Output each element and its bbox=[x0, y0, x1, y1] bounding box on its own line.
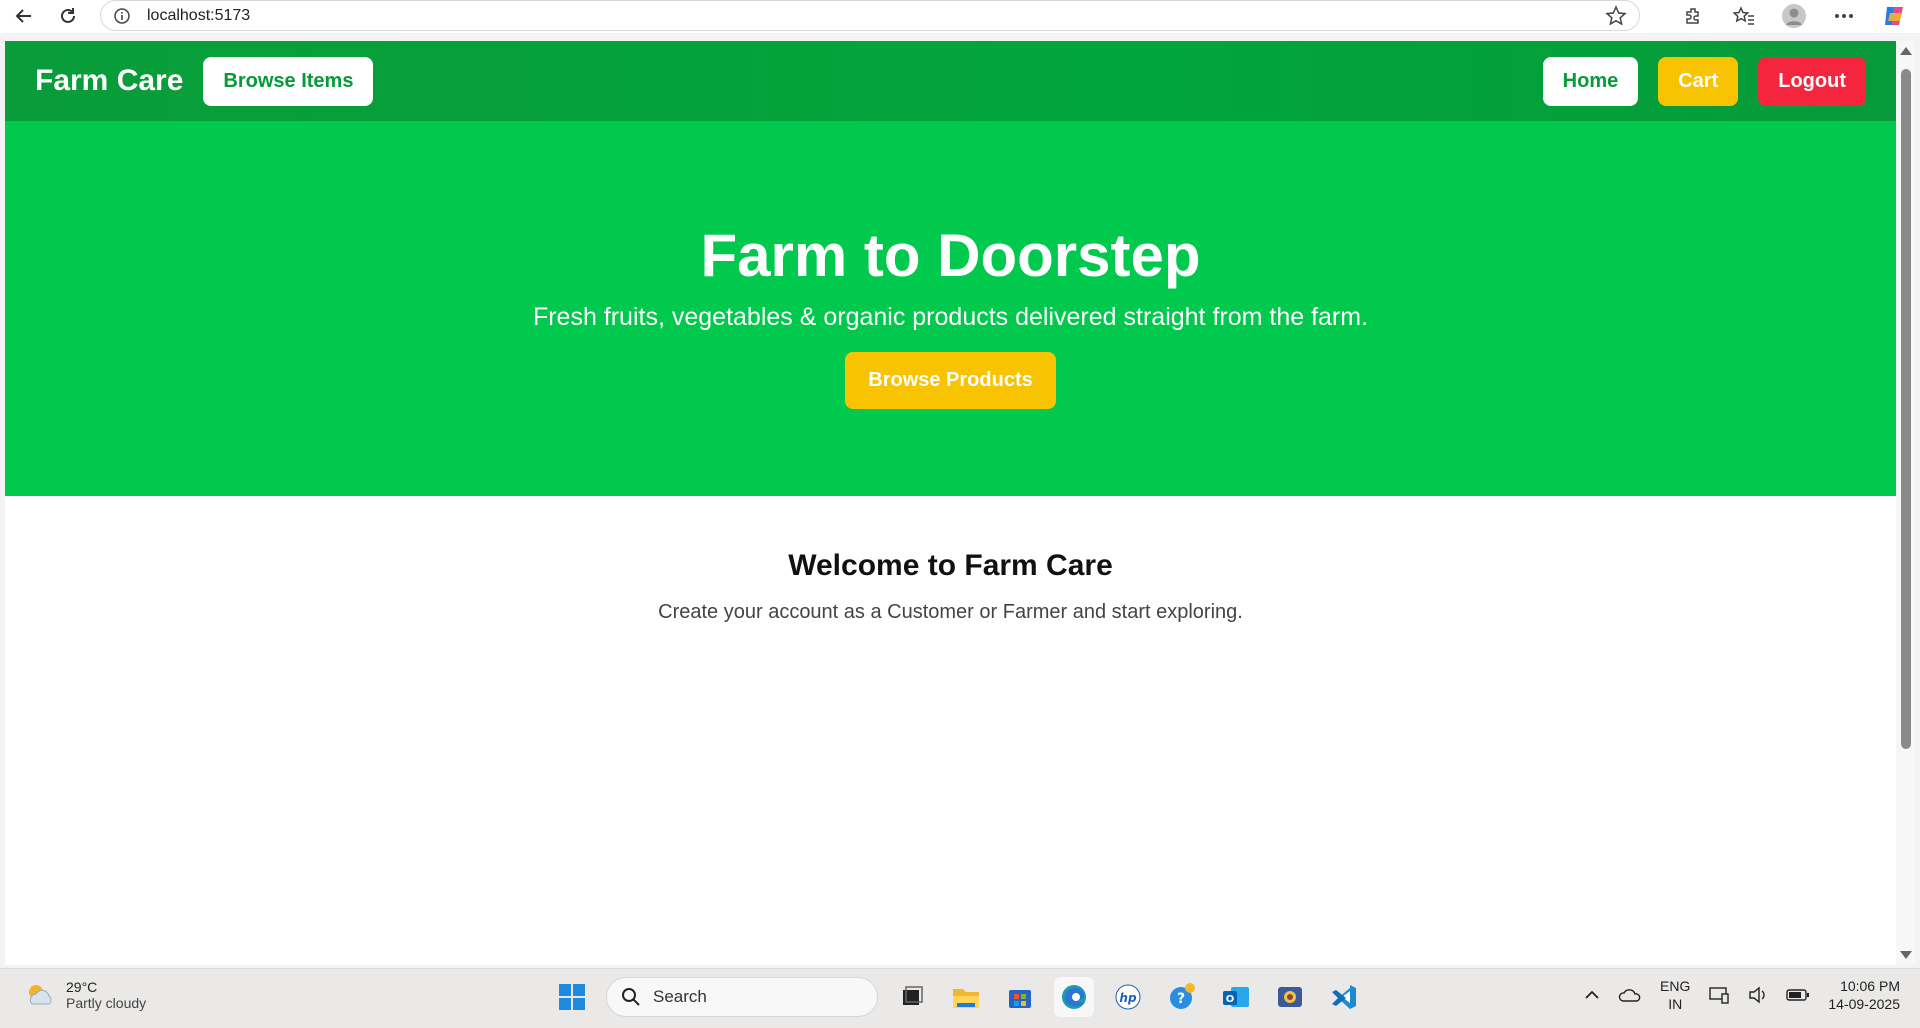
browser-toolbar: localhost:5173 bbox=[0, 0, 1920, 33]
task-view-icon[interactable] bbox=[892, 977, 932, 1017]
hero-title: Farm to Doorstep bbox=[700, 222, 1201, 289]
svg-text:?: ? bbox=[1177, 991, 1185, 1007]
svg-text:O: O bbox=[1226, 994, 1235, 1005]
clock[interactable]: 10:06 PM 14-09-2025 bbox=[1828, 977, 1900, 1013]
chevron-up-icon[interactable] bbox=[1584, 990, 1600, 1000]
refresh-icon[interactable] bbox=[50, 1, 86, 31]
search-icon bbox=[622, 988, 640, 1006]
scroll-down-arrow-icon[interactable] bbox=[1900, 951, 1912, 959]
system-tray: ENG IN 10:06 PM 14-09-2025 bbox=[1584, 977, 1900, 1013]
more-options-icon[interactable] bbox=[1826, 0, 1862, 31]
windows-start-icon[interactable] bbox=[552, 977, 592, 1017]
help-icon[interactable]: ? bbox=[1162, 977, 1202, 1017]
search-label: Search bbox=[653, 987, 707, 1006]
favorites-icon[interactable] bbox=[1726, 0, 1762, 31]
extensions-icon[interactable] bbox=[1676, 0, 1712, 31]
welcome-title: Welcome to Farm Care bbox=[788, 549, 1113, 582]
page-viewport: Farm Care Browse Items Home Cart Logout … bbox=[5, 41, 1896, 965]
weather-temp: 29°C bbox=[66, 979, 98, 995]
network-icon[interactable] bbox=[1708, 985, 1730, 1005]
lang-line-2: IN bbox=[1668, 996, 1683, 1012]
clock-time: 10:06 PM bbox=[1840, 978, 1900, 994]
browse-items-button[interactable]: Browse Items bbox=[203, 56, 374, 106]
microsoft-store-icon[interactable] bbox=[1000, 977, 1040, 1017]
hp-icon[interactable]: hp bbox=[1108, 977, 1148, 1017]
info-icon[interactable] bbox=[113, 7, 131, 25]
language-indicator[interactable]: ENG IN bbox=[1660, 977, 1690, 1013]
address-bar[interactable]: localhost:5173 bbox=[100, 0, 1640, 31]
nav-right-group: Home Cart Logout bbox=[1542, 56, 1866, 106]
weather-widget[interactable]: 29°C Partly cloudy bbox=[24, 979, 146, 1011]
edge-browser-icon[interactable] bbox=[1054, 977, 1094, 1017]
photos-app-icon[interactable] bbox=[1270, 977, 1310, 1017]
battery-icon[interactable] bbox=[1786, 988, 1810, 1002]
url-text: localhost:5173 bbox=[147, 6, 251, 24]
file-explorer-icon[interactable] bbox=[946, 977, 986, 1017]
home-button[interactable]: Home bbox=[1542, 56, 1639, 106]
scrollbar-thumb[interactable] bbox=[1901, 69, 1911, 749]
lang-line-1: ENG bbox=[1660, 978, 1691, 994]
clock-date: 14-09-2025 bbox=[1828, 996, 1900, 1012]
site-navbar: Farm Care Browse Items Home Cart Logout bbox=[5, 41, 1896, 121]
vscode-icon[interactable] bbox=[1324, 977, 1364, 1017]
outlook-icon[interactable]: O bbox=[1216, 977, 1256, 1017]
partly-cloudy-icon bbox=[29, 985, 52, 1005]
brand-logo-text[interactable]: Farm Care bbox=[35, 64, 183, 98]
svg-text:hp: hp bbox=[1119, 991, 1137, 1005]
taskbar: 29°C Partly cloudy Search hp ? O ENG IN … bbox=[0, 968, 1920, 1028]
welcome-subtitle: Create your account as a Customer or Far… bbox=[658, 601, 1243, 623]
browser-actions bbox=[1676, 0, 1920, 31]
page-scrollbar[interactable] bbox=[1896, 41, 1915, 965]
taskbar-apps: Search hp ? O bbox=[552, 977, 1364, 1017]
cart-button[interactable]: Cart bbox=[1658, 56, 1739, 106]
profile-avatar-icon[interactable] bbox=[1776, 0, 1812, 31]
volume-icon[interactable] bbox=[1748, 986, 1768, 1004]
favorite-star-icon[interactable] bbox=[1605, 5, 1627, 27]
logout-button[interactable]: Logout bbox=[1758, 56, 1866, 106]
back-icon[interactable] bbox=[6, 1, 42, 31]
onedrive-cloud-icon[interactable] bbox=[1618, 987, 1642, 1003]
taskbar-search[interactable]: Search bbox=[606, 977, 878, 1017]
copilot-icon[interactable] bbox=[1876, 0, 1912, 31]
browse-products-button[interactable]: Browse Products bbox=[845, 352, 1056, 409]
scroll-up-arrow-icon[interactable] bbox=[1900, 47, 1912, 55]
hero-subtitle: Fresh fruits, vegetables & organic produ… bbox=[532, 303, 1369, 331]
weather-condition: Partly cloudy bbox=[66, 995, 147, 1011]
hero-section: Farm to Doorstep Fresh fruits, vegetable… bbox=[5, 121, 1896, 496]
